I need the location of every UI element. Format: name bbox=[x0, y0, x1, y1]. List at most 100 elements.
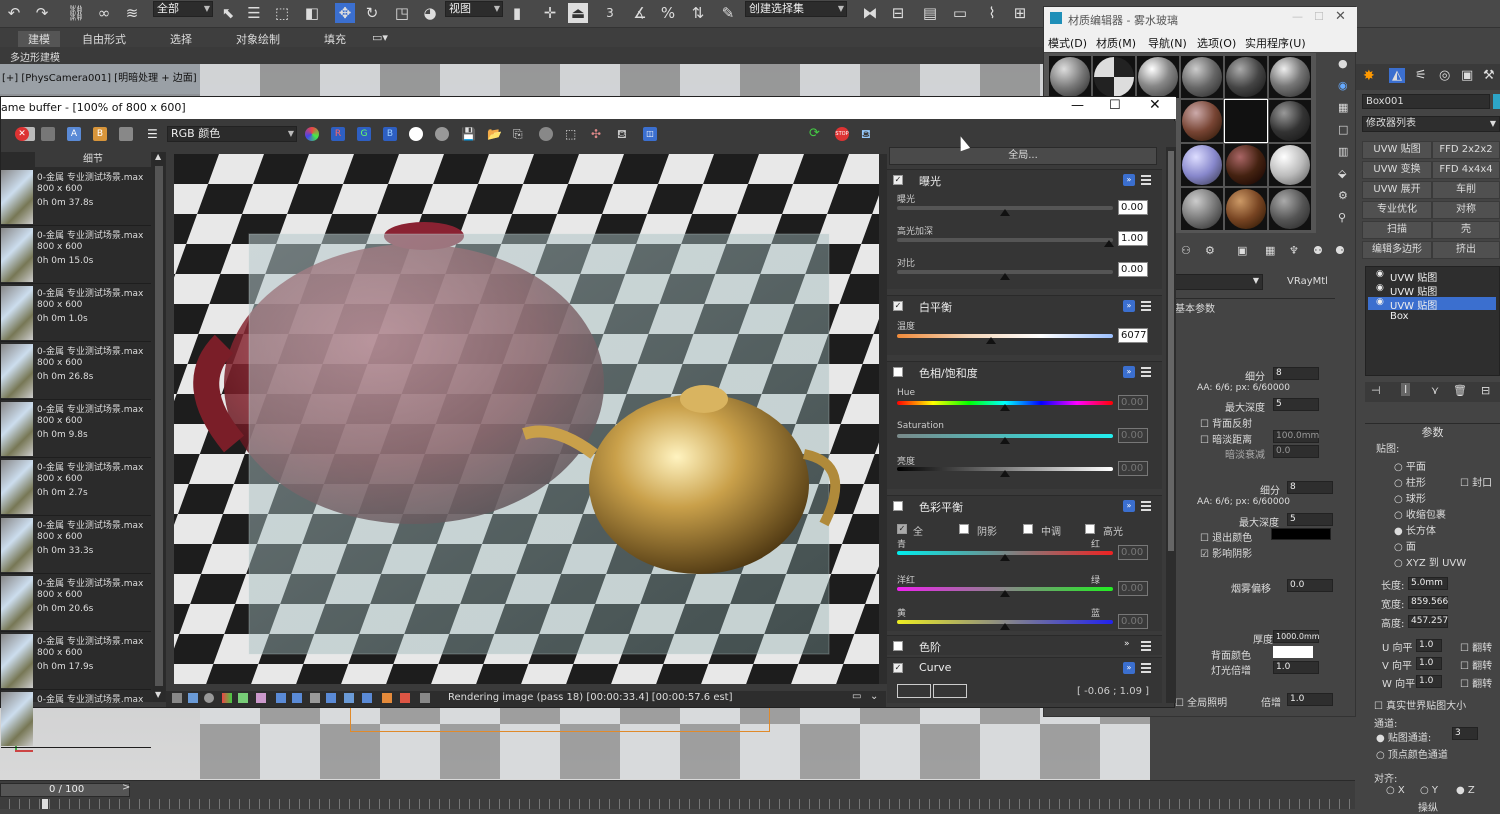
symmetry-button[interactable]: 对称 bbox=[1432, 201, 1500, 219]
exit-color-checkbox[interactable]: ☐ 退出颜色 bbox=[1200, 529, 1252, 544]
status-tool-icon[interactable] bbox=[188, 693, 198, 703]
levels-header[interactable]: 色阶 » bbox=[891, 639, 1159, 655]
menu-navigation[interactable]: 导航(N) bbox=[1148, 35, 1187, 51]
stack-item-box[interactable]: Box bbox=[1368, 311, 1496, 324]
color-balance-header[interactable]: 色彩平衡 » bbox=[891, 499, 1159, 515]
percent-snap-icon[interactable]: % bbox=[658, 3, 678, 23]
move-icon[interactable]: ✥ bbox=[335, 3, 355, 23]
link-to-scene-icon[interactable]: ✣ bbox=[591, 127, 605, 141]
status-tool-icon[interactable] bbox=[276, 693, 286, 703]
render-icon[interactable]: ⟳ bbox=[809, 127, 823, 141]
uvw-xform-button[interactable]: UVW 变换 bbox=[1362, 161, 1432, 179]
history-row[interactable]: 0-金属 专业测试场景.max 800 x 600 0h 0m 37.8s bbox=[1, 168, 151, 226]
cb-midtones-checkbox[interactable] bbox=[1023, 524, 1033, 534]
magenta-green-value[interactable]: 0.00 bbox=[1118, 581, 1148, 596]
basic-params-rollout[interactable]: 基本参数 bbox=[1175, 298, 1335, 315]
motion-tab-icon[interactable]: ◎ bbox=[1439, 68, 1450, 83]
sample-slot[interactable] bbox=[1268, 55, 1312, 99]
status-tool-icon[interactable] bbox=[238, 693, 248, 703]
spinner-snap-icon[interactable]: ⇅ bbox=[688, 3, 708, 23]
display-tab-icon[interactable]: ▣ bbox=[1461, 68, 1473, 83]
tab-freeform[interactable]: 自由形式 bbox=[82, 31, 126, 47]
status-tool-icon[interactable] bbox=[420, 693, 430, 703]
sample-slot[interactable] bbox=[1180, 55, 1224, 99]
scroll-up-icon[interactable]: ▲ bbox=[155, 152, 161, 161]
edit-poly-button[interactable]: 编辑多边形 bbox=[1362, 241, 1432, 259]
curve-preset-button[interactable] bbox=[933, 684, 967, 698]
backlight-icon[interactable]: ◉ bbox=[1338, 79, 1348, 92]
history-row[interactable]: 0-金属 专业测试场景.max 800 x 600 0h 0m 33.3s bbox=[1, 516, 151, 574]
status-tool-icon[interactable] bbox=[382, 693, 392, 703]
affect-shadow-checkbox[interactable]: ☑ 影响阴影 bbox=[1200, 545, 1252, 560]
ribbon-sub-label[interactable]: 多边形建模 bbox=[10, 49, 60, 64]
make-unique-icon[interactable]: ⋎ bbox=[1431, 384, 1439, 397]
mapping-planar-radio[interactable]: ○ 平面 bbox=[1394, 458, 1426, 473]
material-editor-titlebar[interactable]: 材质编辑器 - 雾水玻璃 — ☐ ✕ bbox=[1044, 7, 1357, 30]
params-rollout-title[interactable]: 参数 bbox=[1365, 423, 1500, 439]
vertex-color-radio[interactable]: ○ 顶点颜色通道 bbox=[1376, 746, 1448, 761]
sample-slot[interactable] bbox=[1268, 187, 1312, 231]
reference-coord-combo[interactable]: 视图 ▼ bbox=[445, 1, 503, 17]
dim-distance-checkbox[interactable]: ☐ 暗淡距离 bbox=[1200, 431, 1252, 446]
tab-populate[interactable]: 填充 bbox=[324, 31, 346, 47]
height-spinner[interactable]: 457.257 bbox=[1408, 615, 1448, 628]
cb-shadows-checkbox[interactable] bbox=[959, 524, 969, 534]
section-menu-icon[interactable] bbox=[1141, 301, 1151, 311]
hierarchy-tab-icon[interactable]: ⚟ bbox=[1415, 68, 1427, 83]
stack-item-uvw-map[interactable]: ◉ UVW 贴图 bbox=[1368, 283, 1496, 298]
status-tool-icon[interactable] bbox=[400, 693, 410, 703]
history-row[interactable]: 0-金属 专业测试场景.max 800 x 600 0h 0m 26.8s bbox=[1, 342, 151, 400]
menu-material[interactable]: 材质(M) bbox=[1096, 35, 1136, 51]
duplicate-icon[interactable]: ⎘ bbox=[513, 127, 527, 141]
status-collapse-icon[interactable]: ⌄ bbox=[870, 691, 878, 702]
dim-falloff-spinner[interactable]: 0.0 bbox=[1273, 445, 1319, 458]
cc-scrollbar[interactable] bbox=[1166, 147, 1176, 703]
cap-checkbox[interactable]: ☐ 封口 bbox=[1460, 474, 1492, 489]
expand-icon[interactable]: » bbox=[1123, 662, 1135, 674]
status-tool-icon[interactable] bbox=[344, 693, 354, 703]
compare-b-icon[interactable]: B bbox=[93, 127, 107, 141]
sample-slot[interactable] bbox=[1092, 55, 1136, 99]
temperature-thumb[interactable] bbox=[986, 337, 996, 344]
clear-icon[interactable]: ✕ bbox=[15, 127, 29, 141]
background-icon[interactable]: ▦ bbox=[1338, 101, 1348, 114]
hue-saturation-checkbox[interactable] bbox=[893, 367, 903, 377]
get-material-icon[interactable]: ⚇ bbox=[1181, 244, 1191, 257]
video-color-icon[interactable]: ▥ bbox=[1338, 145, 1348, 158]
link-icon[interactable]: ⛓ bbox=[66, 3, 86, 23]
object-name-field[interactable]: Box001 bbox=[1362, 94, 1490, 109]
highlight-burn-value[interactable]: 1.00 bbox=[1118, 231, 1148, 246]
redo-icon[interactable]: ↷ bbox=[32, 3, 52, 23]
render-image[interactable] bbox=[174, 154, 879, 684]
snap-3-icon[interactable]: 3 bbox=[600, 3, 620, 23]
w-tile-spinner[interactable]: 1.0 bbox=[1416, 675, 1442, 688]
region-render-icon[interactable]: ⬚ bbox=[565, 127, 579, 141]
yellow-blue-thumb[interactable] bbox=[1000, 623, 1010, 630]
uv-tiling-icon[interactable]: □ bbox=[1338, 123, 1348, 136]
layer-explorer-icon[interactable]: ▤ bbox=[920, 3, 940, 23]
hue-saturation-header[interactable]: 色相/饱和度 » bbox=[891, 365, 1159, 381]
ffd-2x2x2-button[interactable]: FFD 2x2x2 bbox=[1432, 141, 1500, 159]
time-cursor[interactable] bbox=[42, 799, 48, 809]
sample-slot[interactable] bbox=[1268, 99, 1312, 143]
status-tool-icon[interactable] bbox=[292, 693, 302, 703]
select-manipulate-icon[interactable]: ✛ bbox=[540, 3, 560, 23]
bind-spacewarp-icon[interactable]: ≋ bbox=[122, 3, 142, 23]
mono-icon[interactable] bbox=[435, 127, 449, 141]
configure-sets-icon[interactable]: ⊟ bbox=[1481, 384, 1490, 397]
time-slider[interactable]: 0 / 100 bbox=[0, 783, 130, 797]
scroll-thumb[interactable] bbox=[155, 166, 163, 686]
width-spinner[interactable]: 859.566 bbox=[1408, 596, 1448, 609]
alpha-channel-icon[interactable] bbox=[409, 127, 423, 141]
utilities-tab-icon[interactable]: ⚒ bbox=[1483, 68, 1495, 83]
material-type-button[interactable]: VRayMtl bbox=[1287, 276, 1328, 287]
exit-color-swatch[interactable] bbox=[1271, 528, 1331, 540]
teapot-icon[interactable]: ⛾ bbox=[617, 127, 631, 141]
viewport-label[interactable]: [+] [PhysCamera001] [明暗处理 + 边面] bbox=[2, 69, 197, 84]
scroll-down-icon[interactable]: ▼ bbox=[155, 690, 161, 699]
subdiv1-spinner[interactable]: 8 bbox=[1273, 367, 1319, 380]
history-row[interactable]: 0-金属 专业测试场景.max 800 x 600 0h 0m 9.8s bbox=[1, 400, 151, 458]
saturation-value[interactable]: 0.00 bbox=[1118, 428, 1148, 443]
scale-icon[interactable]: ◳ bbox=[392, 3, 412, 23]
reset-map-icon[interactable]: ▦ bbox=[1265, 244, 1275, 257]
